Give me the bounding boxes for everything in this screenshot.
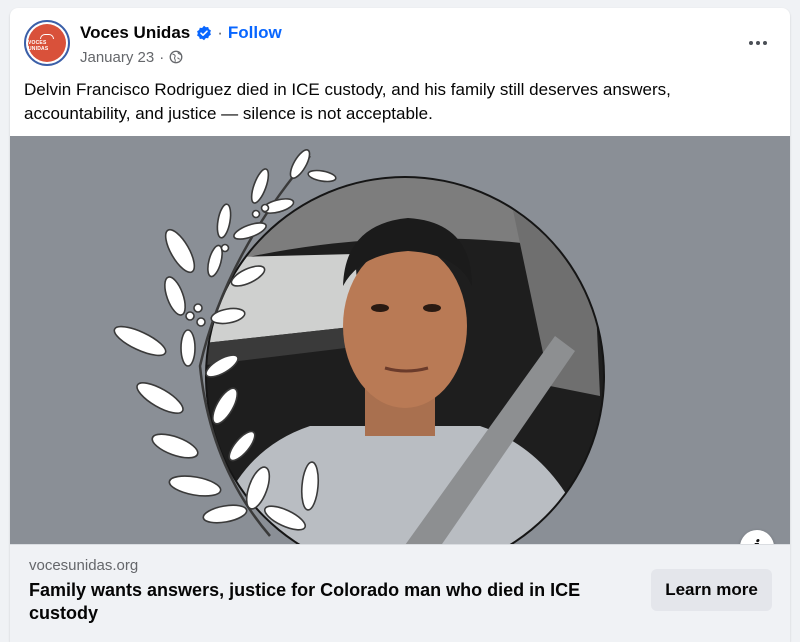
avatar-logo: VOCES UNIDAS [28, 24, 66, 62]
more-options-icon[interactable] [740, 28, 776, 58]
page-avatar[interactable]: VOCES UNIDAS [24, 20, 70, 66]
page-name[interactable]: Voces Unidas [80, 23, 190, 43]
link-preview[interactable]: vocesunidas.org Family wants answers, ju… [10, 544, 790, 642]
post-header: VOCES UNIDAS Voces Unidas · Follow Janua… [10, 8, 790, 72]
learn-more-button[interactable]: Learn more [651, 569, 772, 611]
meta-separator: · [159, 48, 165, 66]
post-date[interactable]: January 23 [80, 49, 154, 66]
globe-icon[interactable] [169, 50, 183, 64]
link-domain: vocesunidas.org [29, 557, 139, 574]
memorial-portrait-graphic [113, 149, 605, 544]
link-headline[interactable]: Family wants answers, justice for Colora… [29, 579, 629, 625]
dot-separator: · [217, 23, 223, 42]
verified-badge-icon [197, 25, 212, 41]
post-image[interactable]: i [10, 136, 790, 544]
name-line: Voces Unidas · Follow [80, 22, 282, 44]
avatar-logo-text: VOCES UNIDAS [28, 40, 49, 52]
post-text: Delvin Francisco Rodriguez died in ICE c… [24, 80, 671, 123]
post-card: VOCES UNIDAS Voces Unidas · Follow Janua… [10, 8, 790, 642]
follow-button[interactable]: Follow [228, 23, 282, 43]
post-meta: January 23 · [80, 48, 183, 66]
